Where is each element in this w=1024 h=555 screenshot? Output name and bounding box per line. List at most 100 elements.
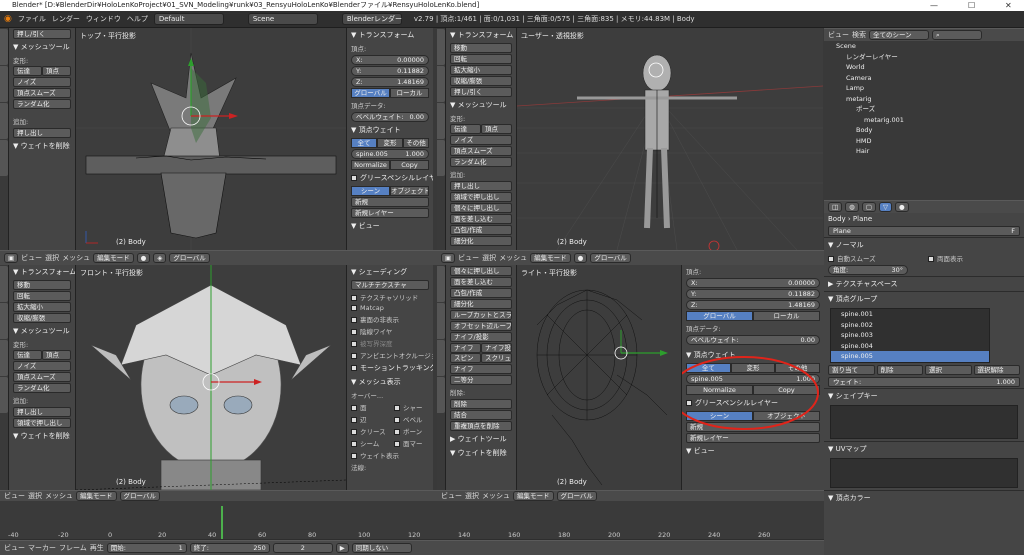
mesh-tools-heading[interactable]: ▼ メッシュツール bbox=[9, 40, 75, 54]
normals-heading[interactable]: ▼ ノーマル bbox=[824, 237, 1024, 252]
vertex-group-item[interactable]: spine.001 bbox=[831, 309, 989, 320]
select-menu[interactable]: 選択 bbox=[482, 253, 496, 263]
start-frame-field[interactable]: 開始: 1 bbox=[106, 543, 187, 553]
autosmooth-checkbox[interactable]: 自動スムーズ bbox=[824, 252, 924, 264]
tab-create[interactable] bbox=[0, 303, 8, 339]
offset-edge-loop-button[interactable]: オフセット辺ループ bbox=[450, 321, 512, 331]
global-toggle[interactable]: グローバル bbox=[351, 88, 390, 98]
extrude-region-button[interactable]: 領域で押し出し bbox=[450, 192, 512, 202]
weight-tools-heading[interactable]: ▶ ウェイトツール bbox=[446, 432, 516, 446]
shading-heading[interactable]: ▼ シェーディング bbox=[347, 265, 433, 279]
timeline-view-menu[interactable]: ビュー bbox=[4, 543, 25, 553]
autosmooth-angle-field[interactable]: 角度: 30° bbox=[828, 265, 908, 275]
orientation-selector[interactable]: グローバル bbox=[169, 253, 210, 263]
bevel-weight-field[interactable]: ベベルウェイト: 0.00 bbox=[686, 335, 820, 345]
merge-button[interactable]: 結合 bbox=[450, 410, 512, 420]
editor-type-icon[interactable]: ▣ bbox=[441, 253, 456, 263]
shrink-fatten-button[interactable]: 収縮/膨張 bbox=[13, 313, 71, 323]
randomize-button[interactable]: ランダム化 bbox=[450, 157, 512, 167]
mesh-menu[interactable]: メッシュ bbox=[499, 253, 527, 263]
motion-tracking-heading[interactable]: モーショントラッキング bbox=[347, 361, 433, 375]
transform-heading[interactable]: ▼ トランスフォーム bbox=[446, 28, 516, 42]
vertex-group-item-selected[interactable]: spine.005 bbox=[831, 351, 989, 362]
select-menu[interactable]: 選択 bbox=[465, 491, 479, 501]
show-sharp-checkbox[interactable]: シャー bbox=[390, 401, 433, 413]
outliner-search-menu[interactable]: 検索 bbox=[852, 30, 866, 40]
outliner-display-mode[interactable]: 全てのシーン bbox=[869, 30, 929, 40]
push-pull-button[interactable]: 押し/引く bbox=[450, 87, 512, 97]
menu-render[interactable]: レンダー bbox=[52, 14, 80, 24]
slide-button[interactable]: 伝達 bbox=[13, 350, 42, 360]
smooth-vertex-button[interactable]: 頂点スムーズ bbox=[13, 88, 71, 98]
outliner-item-metarig[interactable]: metarig bbox=[824, 94, 1024, 105]
local-toggle[interactable]: ローカル bbox=[390, 88, 429, 98]
outliner-item-camera[interactable]: Camera bbox=[824, 73, 1024, 84]
view-menu[interactable]: ビュー bbox=[4, 491, 25, 501]
bisect-button[interactable]: 二等分 bbox=[450, 375, 512, 385]
mesh-menu[interactable]: メッシュ bbox=[45, 491, 73, 501]
mesh-data-tab-icon[interactable]: ▽ bbox=[878, 202, 892, 212]
current-frame-field[interactable]: 2 bbox=[272, 543, 333, 553]
select-menu[interactable]: 選択 bbox=[28, 491, 42, 501]
vertex-group-item[interactable]: spine.004 bbox=[831, 341, 989, 352]
make-edge-face-button[interactable]: 凸包/作成 bbox=[450, 288, 512, 298]
tab-create[interactable] bbox=[0, 66, 8, 102]
vertex-weights-heading[interactable]: ▼ 頂点ウェイト bbox=[347, 123, 433, 137]
scene-selector[interactable]: Scene bbox=[247, 13, 318, 25]
texture-space-heading[interactable]: ▶ テクスチャスペース bbox=[824, 276, 1024, 291]
translate-button[interactable]: 移動 bbox=[13, 280, 71, 290]
remove-button[interactable]: 削除 bbox=[876, 364, 923, 375]
extrude-button[interactable]: 押し出し bbox=[450, 181, 512, 191]
orientation-selector[interactable]: グローバル bbox=[119, 491, 160, 501]
opt-ambient-occlusion[interactable]: アンビエントオクルージョン(AO) bbox=[347, 349, 433, 361]
vertex-y-field[interactable]: Y: 0.11882 bbox=[351, 66, 429, 76]
rotate-button[interactable]: 回転 bbox=[13, 291, 71, 301]
mesh-tools-heading[interactable]: ▼ メッシュツール bbox=[446, 98, 516, 112]
show-facemap-checkbox[interactable]: 面マー bbox=[390, 437, 433, 449]
knife-proj-button[interactable]: ナイフ投影 bbox=[481, 343, 512, 353]
tab-shading[interactable] bbox=[437, 103, 445, 139]
knife-tool-button[interactable]: ナイフ bbox=[450, 364, 512, 374]
tab-shading[interactable] bbox=[0, 103, 8, 139]
shading-selector[interactable]: ● bbox=[136, 253, 151, 263]
material-mode-selector[interactable]: マルチテクスチャ bbox=[351, 280, 429, 290]
tab-options[interactable] bbox=[0, 377, 8, 413]
tab-shading[interactable] bbox=[0, 340, 8, 376]
remove-doubles-button[interactable]: 重複頂点を削除 bbox=[450, 421, 512, 431]
translate-button[interactable]: 移動 bbox=[450, 43, 512, 53]
view-heading[interactable]: ▼ ビュー bbox=[682, 444, 824, 458]
weights-tab-all[interactable]: 全て bbox=[351, 138, 377, 148]
randomize-button[interactable]: ランダム化 bbox=[13, 383, 71, 393]
weights-tab-other[interactable]: その他 bbox=[403, 138, 429, 148]
play-button[interactable]: ▶ bbox=[335, 543, 349, 553]
tab-options[interactable] bbox=[0, 140, 8, 176]
opt-depth-of-field[interactable]: 被写界深度 bbox=[347, 337, 433, 349]
vertex-x-field[interactable]: X: 0.00000 bbox=[686, 278, 820, 288]
extrude-button[interactable]: 押し出し bbox=[13, 407, 71, 417]
view-menu[interactable]: ビュー bbox=[21, 253, 42, 263]
mesh-tools-heading[interactable]: ▼ メッシュツール bbox=[9, 324, 75, 338]
grease-pencil-heading[interactable]: グリースペンシルレイヤー bbox=[347, 171, 433, 185]
gp-new-layer-button[interactable]: 新規レイヤー bbox=[686, 433, 820, 443]
bevel-weight-field[interactable]: ベベルウェイト: 0.00 bbox=[351, 112, 429, 122]
show-bones-checkbox[interactable]: ボーン bbox=[390, 425, 433, 437]
delete-button[interactable]: 削除 bbox=[450, 399, 512, 409]
render-engine-selector[interactable]: Blenderレンダー bbox=[341, 13, 402, 25]
vertex-z-field[interactable]: Z: 1.48169 bbox=[686, 300, 820, 310]
view-menu[interactable]: ビュー bbox=[458, 253, 479, 263]
grease-pencil-checkbox[interactable] bbox=[351, 175, 357, 181]
weight-remove-heading[interactable]: ▼ ウェイトを削除 bbox=[9, 429, 75, 443]
scale-button[interactable]: 拡大縮小 bbox=[450, 65, 512, 75]
knife-button[interactable]: ナイフ bbox=[450, 343, 481, 353]
outliner-item-metarig001[interactable]: metarig.001 bbox=[824, 115, 1024, 126]
inset-faces-button[interactable]: 面を差し込む bbox=[450, 214, 512, 224]
weights-tab-deform[interactable]: 変形 bbox=[377, 138, 403, 148]
assign-button[interactable]: 割り当て bbox=[828, 364, 875, 375]
render-tab-icon[interactable]: ◫ bbox=[828, 202, 843, 212]
tab-create[interactable] bbox=[437, 303, 445, 339]
menu-file[interactable]: ファイル bbox=[18, 14, 46, 24]
select-menu[interactable]: 選択 bbox=[45, 253, 59, 263]
extrude-individual-button[interactable]: 個々に押し出し bbox=[450, 203, 512, 213]
extrude-individual-button[interactable]: 個々に押し出し bbox=[450, 266, 512, 276]
shading-selector[interactable]: ● bbox=[573, 253, 588, 263]
